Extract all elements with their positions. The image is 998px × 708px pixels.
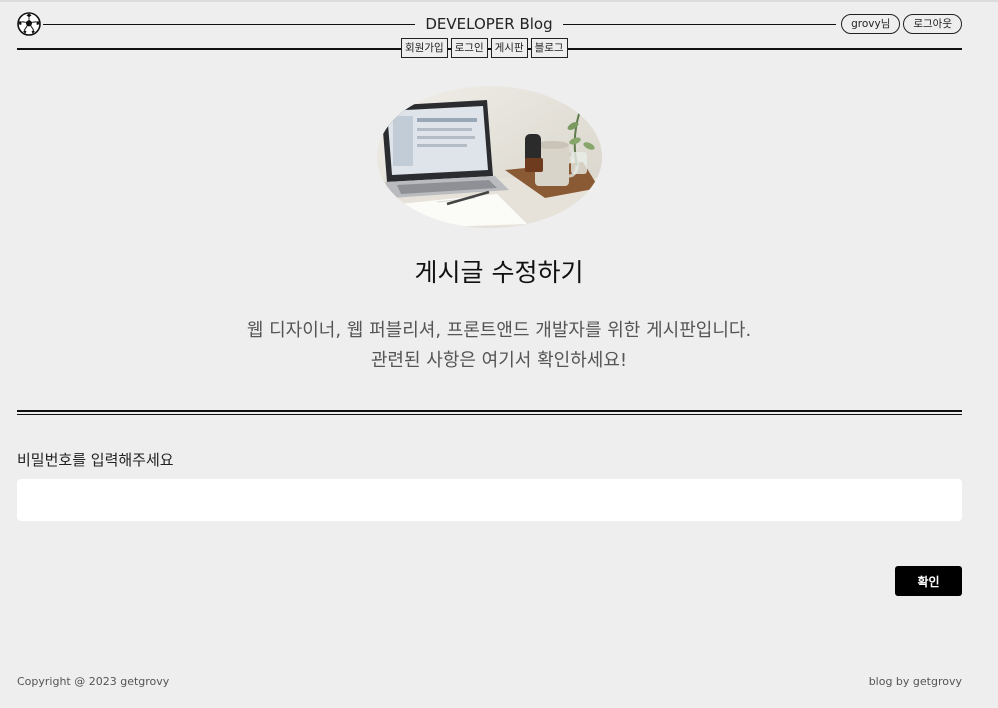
nav-item-signup[interactable]: 회원가입 xyxy=(401,38,448,58)
window-top-edge xyxy=(0,0,998,2)
nav-item-board[interactable]: 게시판 xyxy=(490,38,528,58)
password-input[interactable] xyxy=(17,479,962,521)
nav-item-login[interactable]: 로그인 xyxy=(450,38,488,58)
confirm-button[interactable]: 확인 xyxy=(895,566,962,596)
password-label: 비밀번호를 입력해주세요 xyxy=(17,451,174,469)
main-nav: 회원가입 로그인 게시판 블로그 xyxy=(401,38,568,58)
header-rule-right xyxy=(563,24,836,25)
site-title[interactable]: DEVELOPER Blog xyxy=(415,14,563,34)
section-divider-thick xyxy=(17,410,962,412)
nav-item-blog[interactable]: 블로그 xyxy=(530,38,568,58)
description-line-2: 관련된 사항은 여기서 확인하세요! xyxy=(370,350,628,371)
header-rule-left xyxy=(43,24,415,25)
page-title: 게시글 수정하기 xyxy=(414,258,584,287)
soccer-ball-icon[interactable] xyxy=(17,12,41,36)
site-header: DEVELOPER Blog grovy님 로그아웃 회원가입 로그인 게시판 … xyxy=(17,12,962,60)
laptop-desk-photo xyxy=(377,86,602,228)
footer-credit: blog by getgrovy xyxy=(868,675,962,688)
section-divider-thin xyxy=(17,414,962,415)
description-line-1: 웹 디자이너, 웹 퍼블리셔, 프론트앤드 개발자를 위한 게시판입니다. xyxy=(246,320,752,341)
footer-copyright: Copyright @ 2023 getgrovy xyxy=(17,675,170,688)
user-greeting-button[interactable]: grovy님 xyxy=(841,14,901,34)
logout-button[interactable]: 로그아웃 xyxy=(903,14,962,34)
user-menu: grovy님 로그아웃 xyxy=(841,14,962,34)
page-description: 웹 디자이너, 웹 퍼블리셔, 프론트앤드 개발자를 위한 게시판입니다. 관련… xyxy=(0,316,998,376)
